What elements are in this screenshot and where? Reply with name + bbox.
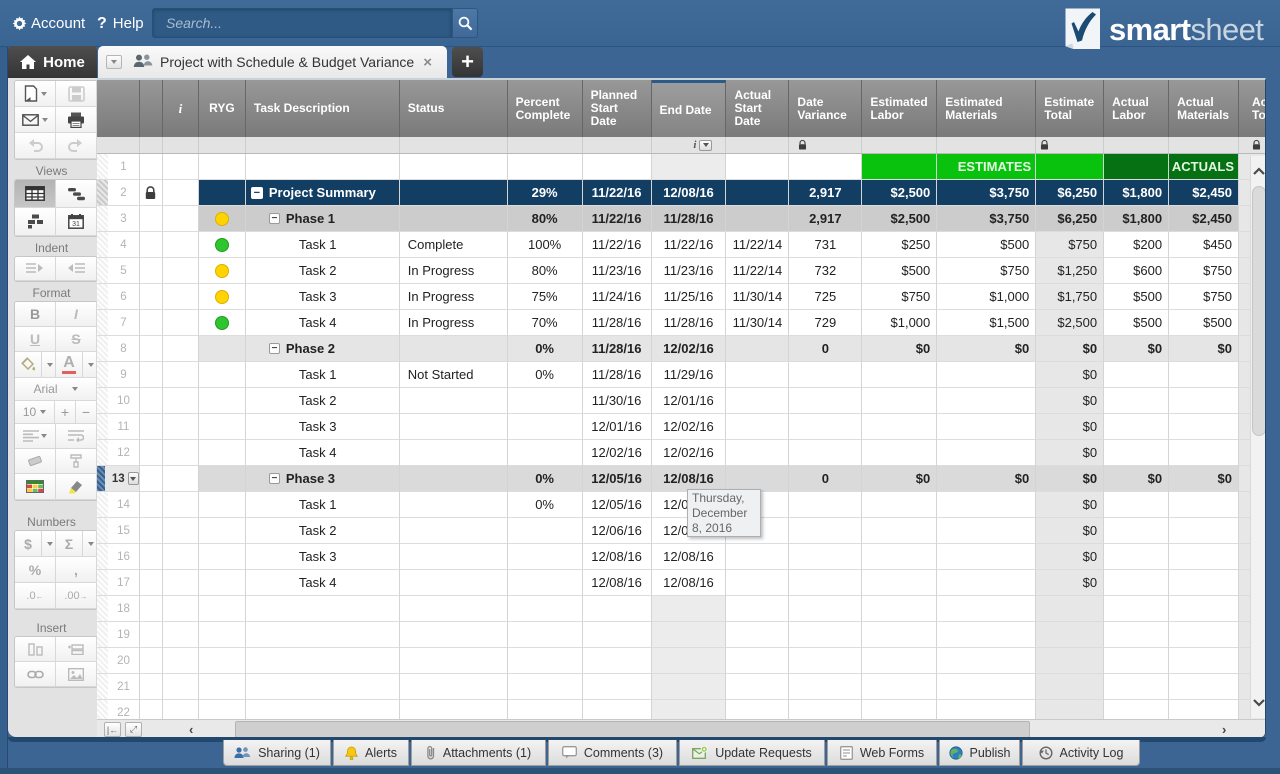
svg-text:31: 31 [72, 221, 80, 228]
